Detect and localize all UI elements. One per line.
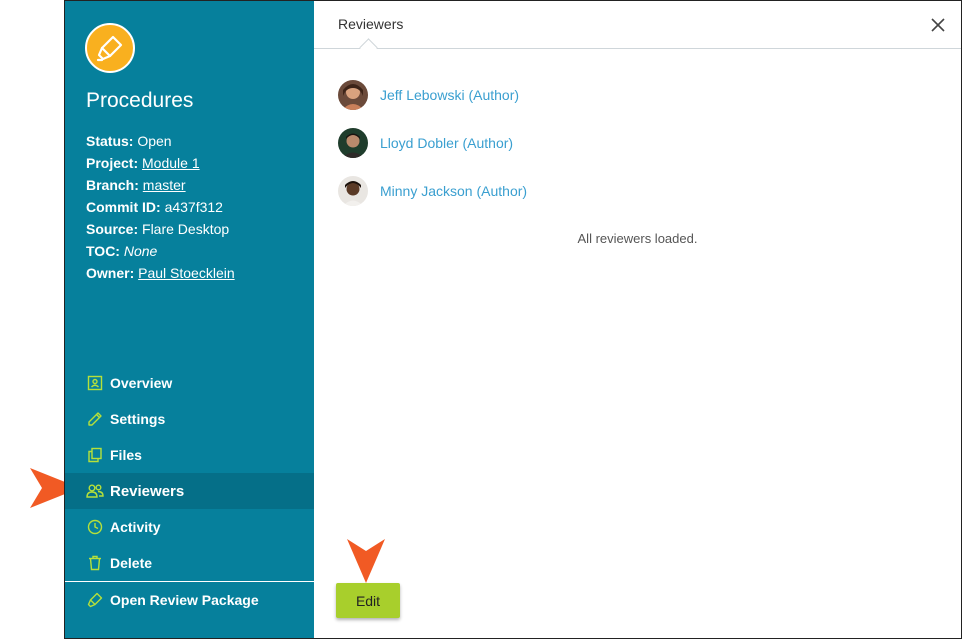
project-link[interactable]: Module 1: [142, 155, 200, 171]
meta-branch: Branch: master: [86, 177, 186, 193]
clock-icon: [86, 518, 104, 536]
trash-icon: [86, 554, 104, 572]
reviewer-avatar: [338, 80, 368, 110]
nav-item-files[interactable]: Files: [65, 437, 314, 473]
reviewer-name[interactable]: Jeff Lebowski (Author): [380, 87, 519, 103]
open-review-package-button[interactable]: Open Review Package: [65, 582, 314, 618]
edit-button[interactable]: Edit: [336, 583, 400, 618]
meta-project: Project: Module 1: [86, 155, 200, 171]
reviewer-item[interactable]: Jeff Lebowski (Author): [338, 80, 519, 110]
reviewer-item[interactable]: Lloyd Dobler (Author): [338, 128, 513, 158]
reviewers-status: All reviewers loaded.: [577, 231, 698, 246]
sidebar: Procedures Status: Open Project: Module …: [65, 1, 314, 638]
sidebar-nav: Overview Settings Files Reviewers Activi…: [65, 365, 314, 581]
reviewer-avatar: [338, 176, 368, 206]
nav-item-overview[interactable]: Overview: [65, 365, 314, 401]
panel-header: Reviewers: [314, 1, 961, 57]
meta-status: Status: Open: [86, 133, 172, 149]
nav-item-activity[interactable]: Activity: [65, 509, 314, 545]
close-icon[interactable]: [929, 16, 947, 34]
callout-arrow-edit: [347, 539, 385, 583]
reviewer-name[interactable]: Minny Jackson (Author): [380, 183, 527, 199]
review-package-dialog: Procedures Status: Open Project: Module …: [64, 0, 962, 639]
files-icon: [86, 446, 104, 464]
active-tab-indicator: [359, 38, 378, 57]
reviewer-name[interactable]: Lloyd Dobler (Author): [380, 135, 513, 151]
reviewer-avatar: [338, 128, 368, 158]
meta-commit: Commit ID: a437f312: [86, 199, 223, 215]
owner-link[interactable]: Paul Stoecklein: [138, 265, 235, 281]
meta-toc: TOC: None: [86, 243, 158, 259]
project-title: Procedures: [86, 89, 194, 112]
main-panel: Reviewers Jeff Lebowski (Author) Lloyd D…: [314, 1, 961, 638]
nav-item-settings[interactable]: Settings: [65, 401, 314, 437]
project-meta: Status: Open Project: Module 1 Branch: m…: [86, 130, 235, 284]
reviewer-item[interactable]: Minny Jackson (Author): [338, 176, 527, 206]
review-package-logo: [85, 23, 135, 73]
overview-icon: [86, 374, 104, 392]
meta-owner: Owner: Paul Stoecklein: [86, 265, 235, 281]
pencil-icon: [86, 410, 104, 428]
meta-source: Source: Flare Desktop: [86, 221, 230, 237]
branch-link[interactable]: master: [143, 177, 186, 193]
nav-item-delete[interactable]: Delete: [65, 545, 314, 581]
highlighter-icon: [96, 35, 123, 62]
highlighter-small-icon: [86, 591, 104, 609]
users-icon: [86, 482, 104, 500]
tab-reviewers[interactable]: Reviewers: [338, 16, 403, 32]
nav-item-reviewers[interactable]: Reviewers: [65, 473, 314, 509]
